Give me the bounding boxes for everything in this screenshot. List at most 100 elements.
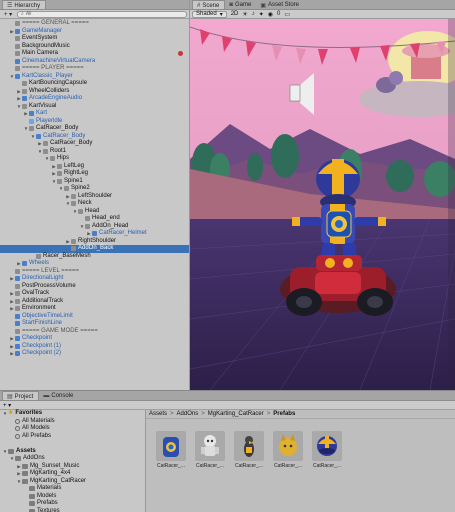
hierarchy-row[interactable]: KartBouncingCapsule (0, 80, 189, 88)
gameobject-icon (15, 328, 20, 334)
effects-icon[interactable]: ✦ (259, 11, 264, 18)
hierarchy-row[interactable]: ▶ AdditionalTrack (0, 298, 189, 306)
hierarchy-row[interactable]: ===== LEVEL ===== (0, 268, 189, 276)
project-tree-item[interactable]: ▶ MgKarting_4x4 (0, 470, 145, 478)
hierarchy-row[interactable]: ▼ Spine1 (0, 178, 189, 186)
gameobject-icon (78, 208, 83, 214)
gizmo-count[interactable]: 0 (277, 11, 280, 17)
tab-game[interactable]: ◙ Game (225, 0, 256, 9)
prefab-icon (92, 231, 97, 237)
hierarchy-row[interactable]: ▼ Hips (0, 155, 189, 163)
backpack-prefab-thumbnail (156, 431, 186, 461)
project-tree-item[interactable]: ▼ AddOns (0, 455, 145, 463)
hierarchy-row[interactable]: ▼ CatRacer_Body (0, 125, 189, 133)
hierarchy-row[interactable]: StartFinishLine (0, 320, 189, 328)
hierarchy-row[interactable]: ▶ CatRacer_Body (0, 140, 189, 148)
hierarchy-row[interactable]: AddOn_Back (0, 245, 189, 253)
hierarchy-row[interactable]: ▶ LeftShoulder (0, 193, 189, 201)
hierarchy-row[interactable]: ▼ AddOn_Head (0, 223, 189, 231)
project-tree-item[interactable]: All Models (0, 425, 145, 433)
hierarchy-row[interactable]: ▶ DirectionalLight (0, 275, 189, 283)
hierarchy-row[interactable]: EventSystem (0, 35, 189, 43)
hierarchy-row[interactable]: ▶ CatRacer_Helmet (0, 230, 189, 238)
hierarchy-row[interactable]: ▶ ArcadeEngineAudio (0, 95, 189, 103)
project-tree-label: All Models (22, 425, 50, 431)
hierarchy-row[interactable]: ▼ Root1 (0, 148, 189, 156)
project-tree-item[interactable]: Materials (0, 485, 145, 493)
project-tree-label: Prefabs (37, 500, 58, 506)
hierarchy-row[interactable]: ▼ Neck (0, 200, 189, 208)
project-tree-item[interactable]: ▶ Mg_Sunset_Music (0, 463, 145, 471)
hierarchy-row-label: CatRacer_Helmet (99, 230, 147, 236)
camera-icon[interactable]: ▭ (284, 11, 290, 18)
asset-item[interactable]: CatRacer_... (155, 431, 187, 469)
hierarchy-row-label: Checkpoint (1) (22, 342, 62, 349)
hierarchy-row[interactable]: ▼ Spine2 (0, 185, 189, 193)
scene-viewport[interactable] (190, 19, 455, 390)
project-tree-item[interactable]: Prefabs (0, 500, 145, 508)
hierarchy-row[interactable]: ▶ RightLeg (0, 170, 189, 178)
hierarchy-row[interactable]: Head_end (0, 215, 189, 223)
lighting-icon[interactable]: ☀ (242, 11, 247, 18)
hierarchy-row[interactable]: ▶ Wheels (0, 260, 189, 268)
tab-asset-store[interactable]: ▣ Asset Store (256, 0, 304, 9)
hierarchy-row[interactable]: ▶ Checkpoint (2) (0, 350, 189, 358)
hierarchy-row-label: ObjectiveTimeLimit (22, 312, 73, 319)
tab-project[interactable]: ▤ Project (2, 391, 40, 400)
hierarchy-row[interactable]: ▼ KartClassic_Player (0, 73, 189, 81)
hierarchy-row[interactable]: ▶ WheelColliders (0, 88, 189, 96)
folder-icon (8, 448, 14, 454)
asset-item[interactable]: CatRacer_... (311, 431, 343, 469)
hierarchy-row[interactable]: ===== GENERAL ===== (0, 20, 189, 28)
hierarchy-row[interactable]: ▶ GameManager (0, 28, 189, 36)
hidden-objects-icon[interactable]: ◉ (268, 11, 273, 18)
hierarchy-row[interactable]: PostProcessVolume (0, 283, 189, 291)
hierarchy-row[interactable]: ▶ LeftLeg (0, 163, 189, 171)
hierarchy-row[interactable]: Racer_BaseMesh (0, 253, 189, 261)
hierarchy-row[interactable]: CinemachineVirtualCamera (0, 58, 189, 66)
project-tree-item[interactable]: All Prefabs (0, 433, 145, 441)
hierarchy-row[interactable]: ▶ Environment (0, 305, 189, 313)
project-tree-item[interactable]: Textures (0, 508, 145, 512)
breadcrumb-item[interactable]: AddOns (177, 411, 199, 417)
tab-hierarchy[interactable]: ☰ Hierarchy (2, 0, 47, 9)
shading-mode-dropdown[interactable]: Shaded ▾ (192, 10, 227, 18)
project-tree-item[interactable]: ▼ Assets (0, 448, 145, 456)
hierarchy-row-label: CatRacer_Body (50, 140, 93, 146)
hierarchy-row[interactable]: ▼ Head (0, 208, 189, 216)
breadcrumb-item[interactable]: MgKarting_CatRacer (208, 411, 264, 417)
hierarchy-row[interactable]: ▶ OvalTrack (0, 290, 189, 298)
hierarchy-row[interactable]: Main Camera (0, 50, 189, 58)
project-tree-item[interactable]: All Materials (0, 418, 145, 426)
breadcrumb-item[interactable]: Assets (149, 411, 167, 417)
hierarchy-row[interactable]: ▶ RightShoulder (0, 238, 189, 246)
add-button[interactable]: + ▾ (2, 11, 14, 18)
asset-item[interactable]: CatRacer_... (233, 431, 265, 469)
asset-label: CatRacer_... (156, 463, 186, 469)
hierarchy-row[interactable]: ▶ Checkpoint (0, 335, 189, 343)
tab-scene[interactable]: # Scene (192, 0, 226, 9)
hierarchy-row[interactable]: ▼ KartVisual (0, 103, 189, 111)
project-tree-item[interactable]: ▼ ★ Favorites (0, 410, 145, 418)
breadcrumb-item[interactable]: Prefabs (273, 411, 295, 417)
hierarchy-row[interactable]: ▶ Checkpoint (1) (0, 343, 189, 351)
audio-icon[interactable]: ♪ (252, 11, 255, 17)
hierarchy-row[interactable]: ObjectiveTimeLimit (0, 313, 189, 321)
hierarchy-row[interactable]: Playerldle (0, 118, 189, 126)
hierarchy-row-label: EventSystem (22, 35, 58, 41)
hierarchy-row[interactable]: ▶ Kart (0, 110, 189, 118)
hierarchy-row[interactable]: ===== GAME MODE ===== (0, 328, 189, 336)
project-add-button[interactable]: + ▾ (3, 402, 11, 409)
hierarchy-search-input[interactable]: ⌕ All (17, 10, 187, 18)
hierarchy-row-label: Head_end (92, 215, 120, 221)
hierarchy-row[interactable]: ===== PLAYER ===== (0, 65, 189, 73)
hierarchy-row[interactable]: BackgroundMusic (0, 43, 189, 51)
asset-item[interactable]: CatRacer_... (194, 431, 226, 469)
project-tree-item[interactable]: ▼ MgKarting_CatRacer (0, 478, 145, 486)
search-placeholder: All (25, 11, 32, 17)
hierarchy-row[interactable]: ▼ CatRacer_Body (0, 133, 189, 141)
asset-item[interactable]: CatRacer_... (272, 431, 304, 469)
toggle-2d-button[interactable]: 2D (231, 11, 239, 17)
project-tree-item[interactable]: Models (0, 493, 145, 501)
tab-console[interactable]: ▬ Console (39, 391, 78, 400)
